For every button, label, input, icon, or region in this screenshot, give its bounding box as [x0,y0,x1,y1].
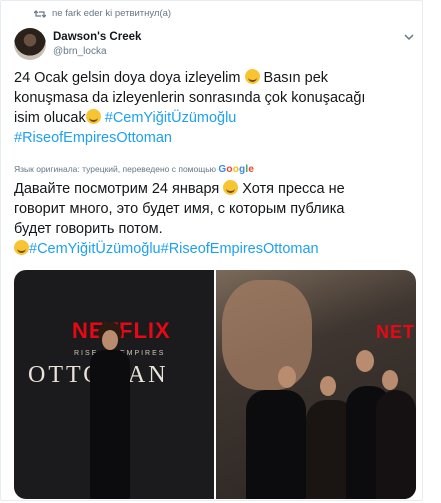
tweet-line-1: 24 Ocak gelsin doya doya izleyelim [14,70,241,86]
person-face [320,376,336,396]
person-face [278,366,296,388]
translated-body: Давайте посмотрим 24 января Хотя пресса … [14,179,418,259]
tweet-line-3: isim olucak [14,110,86,126]
chevron-down-icon[interactable] [404,34,414,41]
person-face [356,350,374,372]
author-name[interactable]: Dawson's Creek [53,31,141,43]
photo-red-carpet[interactable]: NETFLIX RISE OF EMPIRES OTTOMAN [14,270,214,499]
person-figure [376,390,416,499]
translated-line-1b: Хотя пресса не [238,181,345,197]
smiling-face-icon [244,69,260,84]
photo-group-selfie[interactable]: NETF [216,270,416,499]
retweet-icon [34,9,46,18]
translation-attribution: Язык оригинала: турецкий, переведено с п… [14,164,254,175]
translated-line-2: говорит много, это будет имя, с которым … [14,201,345,217]
poster-face [222,280,312,390]
tweet-line-1b: Basın pek [259,70,329,86]
person-face [382,370,398,390]
person-face [102,330,118,350]
translated-line-1: Давайте посмотрим 24 января [14,181,220,197]
netflix-logo: NETF [376,322,416,342]
translation-meta-text: Язык оригинала: турецкий, переведено с п… [14,164,217,174]
smiling-face-icon [14,240,29,255]
person-figure [90,350,130,499]
retweet-context: ne fark eder ki ретвитнул(а) [34,8,171,19]
hashtag-link[interactable]: #CemYiğitÜzümoğlu [105,110,237,126]
tweet-line-2: konuşmasa da izleyenlerin sonrasında çok… [14,90,366,106]
retweet-text[interactable]: ne fark eder ki ретвитнул(а) [52,8,171,19]
media-grid: NETFLIX RISE OF EMPIRES OTTOMAN NETF [14,270,416,499]
avatar[interactable] [14,28,46,60]
hashtag-link[interactable]: #CemYiğitÜzümoğlu [29,241,161,257]
hashtag-link[interactable]: #RiseofEmpiresOttoman [161,241,319,257]
translated-line-3: будет говорить потом. [14,221,163,237]
smiling-face-icon [223,180,239,195]
smiling-face-icon [85,109,101,124]
hashtag-link[interactable]: #RiseofEmpiresOttoman [14,128,414,148]
author-handle[interactable]: @brn_locka [53,46,107,57]
person-figure [246,390,306,499]
tweet-body: 24 Ocak gelsin doya doya izleyelim Basın… [14,68,414,148]
google-logo[interactable]: Google [218,164,254,175]
